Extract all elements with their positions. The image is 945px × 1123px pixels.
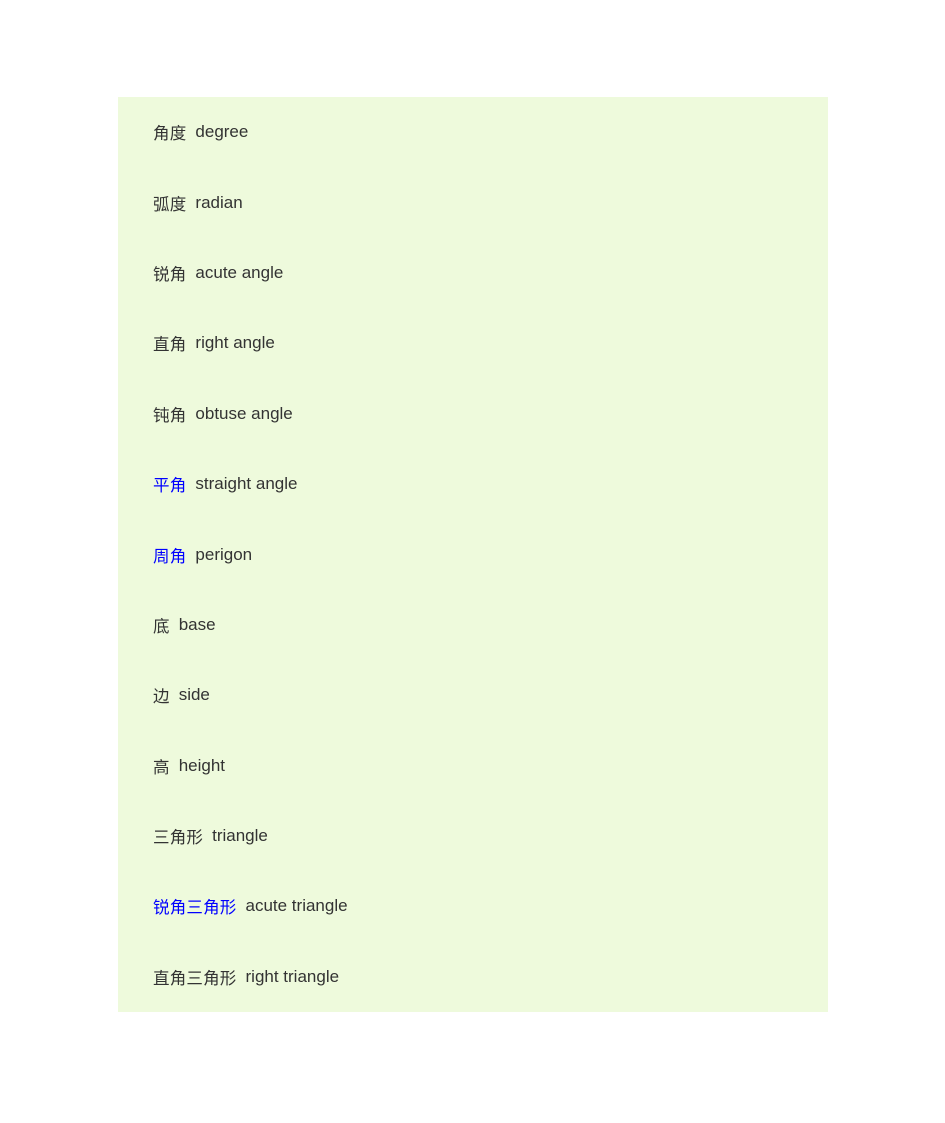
glossary-term-en: acute triangle	[245, 896, 348, 916]
glossary-term-en: right angle	[195, 333, 275, 353]
glossary-term-en: obtuse angle	[195, 403, 293, 423]
glossary-term-link-cn[interactable]: 平角	[153, 472, 186, 496]
glossary-panel: 角度 degree 弧度 radian 锐角 acute angle 直角 right ang…	[118, 97, 828, 1012]
glossary-row: 直角 right angle	[118, 308, 828, 378]
glossary-term-cn: 边	[153, 688, 170, 707]
glossary-row: 直角三角形 right triangle	[118, 942, 828, 1012]
glossary-row: 周角 perigon	[118, 519, 828, 589]
glossary-row: 三角形 triangle	[118, 801, 828, 871]
glossary-term-en: base	[178, 614, 216, 634]
glossary-row: 底 base	[118, 590, 828, 660]
glossary-term-cn: 三角形	[153, 829, 204, 848]
glossary-term-cn: 直角	[153, 336, 187, 355]
glossary-row: 高 height	[118, 731, 828, 801]
glossary-term-en: acute angle	[195, 262, 284, 282]
glossary-term-cn: 直角三角形	[153, 969, 237, 988]
glossary-term-cn: 钝角	[153, 406, 187, 425]
glossary-row: 钝角 obtuse angle	[118, 379, 828, 449]
glossary-row: 弧度 radian	[118, 167, 828, 237]
glossary-row: 角度 degree	[118, 97, 828, 167]
glossary-term-cn: 底	[153, 617, 170, 636]
glossary-row: 边 side	[118, 660, 828, 730]
glossary-term-cn: 锐角	[153, 265, 187, 284]
glossary-term-en: radian	[195, 192, 243, 212]
glossary-term-en: side	[178, 685, 210, 705]
glossary-term-en: straight angle	[195, 474, 298, 494]
glossary-term-cn: 角度	[153, 125, 187, 144]
glossary-row: 锐角三角形 acute triangle	[118, 871, 828, 941]
glossary-term-en: perigon	[195, 544, 253, 564]
glossary-term-cn: 弧度	[153, 195, 187, 214]
glossary-term-en: triangle	[212, 826, 268, 846]
glossary-term-en: right triangle	[245, 966, 340, 986]
glossary-term-cn: 高	[153, 758, 170, 777]
glossary-row: 锐角 acute angle	[118, 238, 828, 308]
glossary-list: 角度 degree 弧度 radian 锐角 acute angle 直角 right ang…	[118, 97, 828, 1012]
glossary-term-en: degree	[195, 122, 249, 142]
glossary-term-en: height	[178, 755, 226, 775]
glossary-row: 平角 straight angle	[118, 449, 828, 519]
glossary-term-link-cn[interactable]: 周角	[153, 543, 186, 567]
glossary-term-link-cn[interactable]: 锐角三角形	[153, 894, 237, 918]
